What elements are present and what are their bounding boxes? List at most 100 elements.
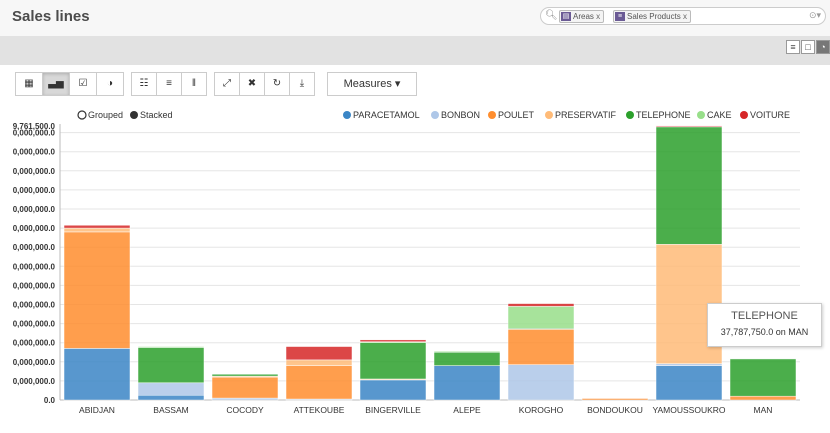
download-icon[interactable]: ⤓: [289, 72, 315, 96]
legend-label-preservatif: PRESERVATIF: [555, 110, 617, 120]
measures-label: Measures: [343, 78, 392, 90]
group-icon: ≡: [615, 12, 625, 21]
y-top-label: 9,761,500.0: [13, 122, 56, 131]
y-tick-label: 0,000,000.0: [13, 301, 56, 310]
expand-icon[interactable]: ⤢: [214, 72, 240, 96]
bar-korogho-bonbon: [507, 364, 575, 401]
y-tick-label: 0,000,000.0: [13, 224, 56, 233]
app-root: Sales lines 🔍︎ ▤ Areas x ≡ Sales Product…: [0, 0, 830, 433]
y-tick-label: 0,000,000.0: [13, 377, 56, 386]
legend-label-poulet: POULET: [498, 110, 535, 120]
legend-dot-bonbon: [431, 111, 439, 119]
bar-cocody-telephone: [211, 373, 279, 377]
legend-dot-telephone: [626, 111, 634, 119]
search-options-icon[interactable]: ⊙▾: [809, 10, 821, 21]
y-tick-label: 0.0: [44, 396, 56, 405]
x-tick-label-korogho: KOROGHO: [519, 405, 564, 415]
y-tick-label: 0,000,000.0: [13, 281, 56, 290]
y-tick-label: 0,000,000.0: [13, 167, 56, 176]
form-view-icon[interactable]: □: [801, 40, 815, 54]
y-tick-label: 0,000,000.0: [13, 339, 56, 348]
bar-korogho-voiture: [507, 303, 575, 307]
legend-dot-preservatif: [545, 111, 553, 119]
chart-tooltip: TELEPHONE 37,787,750.0 on MAN: [707, 303, 822, 347]
y-tick-label: 0,000,000.0: [13, 205, 56, 214]
line-chart-icon[interactable]: ☑: [69, 72, 97, 96]
remove-facet-icon[interactable]: x: [596, 12, 600, 21]
grouped-label: Grouped: [88, 110, 123, 120]
collapse-icon[interactable]: ✖: [239, 72, 265, 96]
filter-icon: ▤: [561, 12, 571, 21]
x-tick-label-bondoukou: BONDOUKOU: [587, 405, 643, 415]
bar-bassam-paracetamol: [137, 394, 205, 401]
remove-facet-icon[interactable]: x: [683, 12, 687, 21]
bar-attekoube-poulet: [285, 365, 353, 400]
legend-label-cake: CAKE: [707, 110, 732, 120]
bar-abidjan-voiture: [63, 224, 131, 229]
bar-man-poulet: [729, 395, 797, 401]
bar-yamoussoukro-telephone: [655, 126, 723, 245]
bar-yamoussoukro-paracetamol: [655, 365, 723, 401]
search-box[interactable]: 🔍︎ ▤ Areas x ≡ Sales Products x ⊙▾: [540, 7, 826, 25]
view-bar: ≡ □ ◔: [0, 36, 830, 65]
column-group-icon[interactable]: ‖: [181, 72, 207, 96]
bar-bingerville-paracetamol: [359, 379, 427, 401]
bar-cocody-bonbon: [211, 397, 279, 401]
tooltip-title: TELEPHONE: [731, 310, 798, 322]
legend-label-voiture: VOITURE: [750, 110, 790, 120]
x-tick-label-cocody: COCODY: [226, 405, 264, 415]
x-tick-label-yamoussoukro: YAMOUSSOUKRO: [652, 405, 725, 415]
bar-korogho-poulet: [507, 329, 575, 365]
y-tick-label: 0,000,000.0: [13, 243, 56, 252]
bar-man-telephone: [729, 358, 797, 397]
top-bar: Sales lines 🔍︎ ▤ Areas x ≡ Sales Product…: [0, 0, 830, 36]
x-tick-label-man: MAN: [754, 405, 773, 415]
stacked-bar-chart: Grouped Stacked PARACETAMOL BONBON POULET PRE…: [13, 110, 800, 415]
x-tick-label-alepe: ALEPE: [453, 405, 481, 415]
graph-view-icon[interactable]: ◔: [816, 40, 830, 54]
facet-areas[interactable]: ▤ Areas x: [559, 10, 605, 23]
search-icon[interactable]: 🔍︎: [545, 10, 558, 21]
x-tick-label-abidjan: ABIDJAN: [79, 405, 115, 415]
table-mode-icon[interactable]: ▦: [15, 72, 43, 96]
y-tick-label: 0,000,000.0: [13, 320, 56, 329]
bar-alepe-telephone: [433, 352, 501, 366]
bar-abidjan-paracetamol: [63, 348, 131, 401]
stacked-radio-icon[interactable]: [130, 111, 138, 119]
legend-label-bonbon: BONBON: [441, 110, 480, 120]
bar-yamoussoukro-voiture: [655, 125, 723, 128]
legend-dot-paracetamol: [343, 111, 351, 119]
bar-bassam-telephone: [137, 347, 205, 384]
y-tick-label: 0,000,000.0: [13, 262, 56, 271]
refresh-icon[interactable]: ↻: [264, 72, 290, 96]
legend-dot-cake: [697, 111, 705, 119]
tooltip-value: 37,787,750.0 on MAN: [720, 327, 809, 337]
page-title: Sales lines: [12, 8, 90, 25]
measures-dropdown[interactable]: Measures ▾: [327, 72, 417, 96]
bar-chart-icon[interactable]: ▃▅: [42, 72, 70, 96]
grouped-radio-icon[interactable]: [77, 110, 87, 120]
pie-chart-icon[interactable]: ◑: [96, 72, 124, 96]
bar-bassam-cake: [137, 346, 205, 348]
bar-attekoube-voiture: [285, 346, 353, 361]
bar-bondoukou-poulet: [581, 398, 649, 401]
legend-label-paracetamol: PARACETAMOL: [353, 110, 420, 120]
bar-abidjan-poulet: [63, 231, 131, 349]
facet-sales-products[interactable]: ≡ Sales Products x: [613, 10, 692, 23]
y-tick-label: 0,000,000.0: [13, 358, 56, 367]
facet-sales-products-label: Sales Products: [627, 12, 681, 21]
bar-alepe-cake: [433, 351, 501, 353]
x-tick-label-bingerville: BINGERVILLE: [365, 405, 421, 415]
legend-label-telephone: TELEPHONE: [636, 110, 691, 120]
bar-bassam-bonbon: [137, 382, 205, 396]
stacked-label: Stacked: [140, 110, 173, 120]
row-group-icon[interactable]: ≡: [156, 72, 182, 96]
bar-alepe-paracetamol: [433, 365, 501, 401]
y-tick-label: 0,000,000.0: [13, 148, 56, 157]
y-tick-label: 0,000,000.0: [13, 186, 56, 195]
bar-bingerville-telephone: [359, 342, 427, 380]
legend-dot-voiture: [740, 111, 748, 119]
facet-areas-label: Areas: [573, 12, 594, 21]
heatmap-icon[interactable]: ☷: [131, 72, 157, 96]
list-view-icon[interactable]: ≡: [786, 40, 800, 54]
